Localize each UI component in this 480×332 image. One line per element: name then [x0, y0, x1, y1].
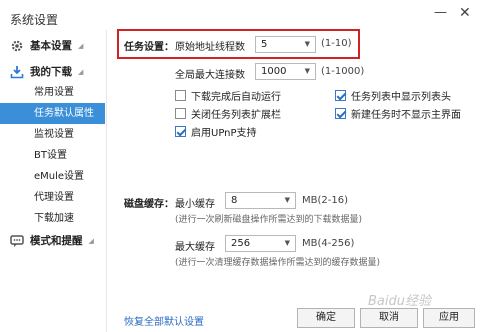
sidebar-item-bt[interactable]: BT设置: [0, 145, 105, 166]
threads-label: 原始地址线程数: [175, 42, 245, 53]
ok-button[interactable]: 确定: [297, 308, 355, 328]
dropdown-arrow-icon: ▼: [284, 239, 290, 247]
option-label: 任务列表中显示列表头: [351, 92, 451, 103]
apply-button[interactable]: 应用: [423, 308, 475, 328]
collapse-caret-icon: ◢: [78, 67, 84, 76]
sidebar-item-monitor[interactable]: 监视设置: [0, 124, 105, 145]
sidebar-group-mode[interactable]: 模式和提醒 ◢: [10, 233, 94, 248]
settings-window: 系统设置 — ✕ 基本设置 ◢ 我的下载 ◢ 常用设置 任务默认属性 监视设置 …: [0, 0, 480, 332]
sidebar-group-basic[interactable]: 基本设置 ◢: [10, 38, 83, 53]
checkbox-checked[interactable]: [335, 108, 346, 119]
window-title: 系统设置: [10, 13, 59, 27]
max-connections-range: (1-1000): [321, 66, 365, 77]
max-cache-value: 256: [231, 238, 251, 249]
max-connections-value: 1000: [261, 66, 287, 77]
sidebar-divider: [106, 30, 107, 332]
sidebar-item-proxy[interactable]: 代理设置: [0, 187, 105, 208]
sidebar-group-label: 基本设置: [30, 40, 72, 52]
option-show-list-header[interactable]: 任务列表中显示列表头: [335, 88, 451, 103]
option-close-extension-bar[interactable]: 关闭任务列表扩展栏: [175, 106, 281, 121]
max-connections-label: 全局最大连接数: [175, 70, 245, 81]
dropdown-arrow-icon: ▼: [304, 67, 310, 75]
sidebar-item-acceleration[interactable]: 下载加速: [0, 208, 105, 229]
checkbox[interactable]: [175, 90, 186, 101]
max-connections-select[interactable]: 1000 ▼: [255, 63, 316, 80]
sidebar-group-label: 我的下载: [30, 66, 72, 78]
max-cache-label: 最大缓存: [175, 242, 215, 253]
gear-icon: [10, 39, 24, 53]
checkbox[interactable]: [175, 108, 186, 119]
min-cache-value: 8: [231, 195, 238, 206]
checkbox-checked[interactable]: [175, 126, 186, 137]
expand-caret-icon: ◢: [88, 236, 94, 245]
close-icon[interactable]: ✕: [459, 6, 471, 20]
option-label: 下载完成后自动运行: [191, 92, 281, 103]
cancel-button[interactable]: 取消: [360, 308, 418, 328]
option-auto-run[interactable]: 下载完成后自动运行: [175, 88, 281, 103]
min-cache-hint: (进行一次刷新磁盘操作所需达到的下载数据量): [175, 215, 363, 225]
minimize-icon[interactable]: —: [434, 6, 447, 20]
option-label: 启用UPnP支持: [191, 128, 257, 139]
sidebar-item-task-defaults[interactable]: 任务默认属性: [0, 103, 105, 124]
threads-value: 5: [261, 39, 268, 50]
dropdown-arrow-icon: ▼: [284, 196, 290, 204]
watermark: Baidu经验: [368, 294, 431, 309]
download-icon: [10, 65, 24, 79]
checkbox-checked[interactable]: [335, 90, 346, 101]
min-cache-unit: MB(2-16): [302, 195, 348, 206]
threads-select[interactable]: 5 ▼: [255, 36, 316, 53]
sidebar-group-label: 模式和提醒: [30, 235, 83, 247]
dropdown-arrow-icon: ▼: [304, 40, 310, 48]
sidebar-item-emule[interactable]: eMule设置: [0, 166, 105, 187]
min-cache-label: 最小缓存: [175, 199, 215, 210]
disk-cache-label: 磁盘缓存：: [124, 199, 174, 210]
option-upnp[interactable]: 启用UPnP支持: [175, 124, 257, 139]
task-settings-label: 任务设置：: [124, 42, 174, 53]
option-label: 新建任务时不显示主界面: [351, 110, 461, 121]
expand-caret-icon: ◢: [78, 41, 84, 50]
min-cache-select[interactable]: 8 ▼: [225, 192, 296, 209]
sidebar-group-downloads[interactable]: 我的下载 ◢: [10, 64, 83, 79]
max-cache-hint: (进行一次清理缓存数据操作所需达到的缓存数据量): [175, 258, 381, 268]
threads-range: (1-10): [321, 38, 352, 49]
max-cache-select[interactable]: 256 ▼: [225, 235, 296, 252]
chat-icon: [10, 234, 24, 248]
sidebar: 基本设置 ◢ 我的下载 ◢ 常用设置 任务默认属性 监视设置 BT设置 eMul…: [0, 30, 105, 332]
max-cache-unit: MB(4-256): [302, 238, 355, 249]
sidebar-item-common[interactable]: 常用设置: [0, 82, 105, 103]
option-label: 关闭任务列表扩展栏: [191, 110, 281, 121]
restore-defaults-link[interactable]: 恢复全部默认设置: [124, 313, 204, 328]
option-hide-main-window[interactable]: 新建任务时不显示主界面: [335, 106, 461, 121]
